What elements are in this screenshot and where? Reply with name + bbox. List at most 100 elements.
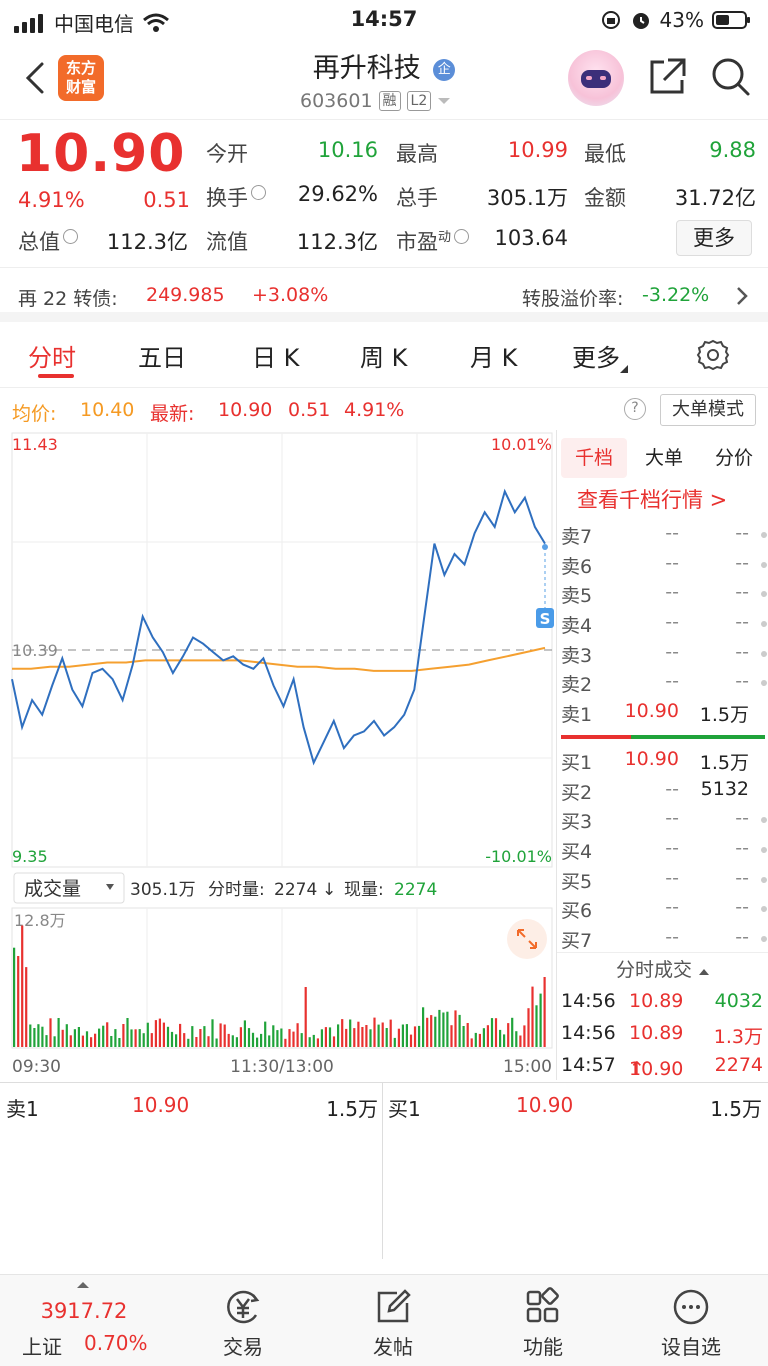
chart-tabs: 分时 五日 日 K 周 K 月 K 更多 <box>0 322 768 388</box>
nav-post[interactable]: 发帖 <box>316 1275 470 1366</box>
tab-intraday[interactable]: 分时 <box>28 338 76 373</box>
volume-bar <box>458 1014 461 1047</box>
info-icon[interactable] <box>251 185 266 200</box>
sell-row: 卖4 -- -- <box>557 609 768 639</box>
intraday-chart[interactable]: S 11.43 10.39 9.35 10.01% -10.01% 成交量 30… <box>0 430 556 1080</box>
latest-change: 0.51 <box>288 399 331 421</box>
battery-pct: 43% <box>659 8 704 32</box>
now-vol-label: 现量: <box>344 880 384 900</box>
volume-bar <box>284 1038 287 1047</box>
total-value-label: 总值 <box>18 226 78 256</box>
tab-daily-k[interactable]: 日 K <box>252 338 299 373</box>
dot <box>761 562 767 568</box>
tab-big-orders[interactable]: 大单 <box>631 438 697 478</box>
volume-bar <box>191 1026 194 1047</box>
trade-yuan-icon <box>227 1290 260 1324</box>
latest-value: 10.90 <box>218 399 273 421</box>
stock-code-row[interactable]: 603601 融 L2 <box>300 90 451 112</box>
volume-bar <box>381 1022 384 1047</box>
status-bar: 中国电信 14:57 43% <box>0 0 768 40</box>
index-pct: 0.70% <box>84 1331 148 1355</box>
dropdown-triangle-icon <box>438 98 451 104</box>
ask1-label: 卖1 <box>6 1097 39 1121</box>
pct-top-label: 10.01% <box>491 435 552 454</box>
chart-info-line: 均价: 10.40 最新: 10.90 0.51 4.91% ? 大单模式 <box>0 390 768 432</box>
buy-row: 买1 10.90 1.5万 <box>561 748 749 774</box>
more-button[interactable]: 更多 <box>676 220 752 256</box>
volume-bar <box>430 1015 433 1047</box>
index-ticker[interactable]: 3917.72 上证 0.70% <box>0 1275 154 1366</box>
volume-bar <box>195 1037 198 1047</box>
help-icon[interactable]: ? <box>624 398 646 420</box>
sell-marker-label: S <box>540 610 551 628</box>
nav-functions[interactable]: 功能 <box>466 1275 620 1366</box>
bid1-label: 买1 <box>388 1097 421 1121</box>
ticks-header[interactable]: 分时成交 <box>557 952 768 986</box>
tab-weekly-k[interactable]: 周 K <box>360 338 407 373</box>
volume-bar <box>264 1021 267 1047</box>
nav-watchlist[interactable]: 设自选 <box>614 1275 768 1366</box>
nav-trade[interactable]: 交易 <box>166 1275 320 1366</box>
minute-vol-arrow: ↓ <box>322 880 336 900</box>
volume-bar <box>341 1019 344 1047</box>
volume-bar <box>332 1036 336 1047</box>
volume-bar <box>85 1031 89 1047</box>
tab-more[interactable]: 更多 <box>572 338 628 373</box>
volume-bar <box>142 1033 145 1047</box>
pct-bottom-label: -10.01% <box>485 847 552 866</box>
volume-bar <box>426 1017 429 1047</box>
assistant-avatar[interactable] <box>568 50 624 106</box>
volume-bar <box>486 1025 489 1047</box>
sell-row: 卖6 -- -- <box>557 550 768 580</box>
low-value: 9.88 <box>709 138 756 162</box>
volume-bar <box>507 1023 510 1047</box>
volume-bar <box>535 1005 538 1047</box>
tab-five-day[interactable]: 五日 <box>138 338 186 373</box>
volume-bar <box>187 1038 190 1047</box>
convertible-bond-bar[interactable]: 再 22 转债: 249.985 +3.08% 转股溢价率: -3.22% <box>0 270 768 322</box>
volume-bar <box>454 1010 457 1047</box>
volume-bar <box>247 1028 251 1047</box>
share-icon[interactable] <box>646 56 688 98</box>
big-order-mode-button[interactable]: 大单模式 <box>660 394 756 426</box>
volume-bar <box>377 1024 380 1047</box>
tab-price-dist[interactable]: 分价 <box>701 438 767 478</box>
volume-bar <box>300 1033 303 1047</box>
search-icon[interactable] <box>710 56 752 98</box>
volume-bar <box>33 1028 36 1047</box>
volume-bar <box>158 1018 161 1047</box>
volume-bar <box>17 956 20 1047</box>
volume-bar <box>328 1027 332 1047</box>
dot <box>761 621 767 627</box>
settings-gear-icon[interactable] <box>696 338 730 372</box>
volume-bar <box>170 1031 174 1047</box>
volume-bar <box>450 1025 453 1047</box>
active-tab-indicator <box>38 374 74 378</box>
volume-bar <box>45 1035 48 1047</box>
volume-bar <box>256 1037 259 1047</box>
latest-label: 最新: <box>150 403 195 425</box>
intraday-chart-svg: S 11.43 10.39 9.35 10.01% -10.01% 成交量 30… <box>11 432 554 1077</box>
volume-bar <box>324 1027 327 1047</box>
volume-bar <box>393 1037 396 1047</box>
pe-label: 市盈动 <box>396 226 470 256</box>
volume-bar <box>320 1029 323 1047</box>
volume-bar <box>462 1026 465 1047</box>
dot <box>761 936 767 942</box>
expand-button[interactable] <box>507 919 547 959</box>
tab-thousand-levels[interactable]: 千档 <box>561 438 627 478</box>
quote-panel: 10.90 4.91% 0.51 今开 10.16 最高 10.99 最低 9.… <box>0 120 768 268</box>
volume-bar <box>296 1023 299 1047</box>
y-bottom-label: 9.35 <box>12 847 48 866</box>
volume-bar <box>166 1026 170 1047</box>
volume-bar <box>539 993 542 1047</box>
info-icon[interactable] <box>454 229 470 244</box>
change-amount: 0.51 <box>143 188 190 212</box>
info-icon[interactable] <box>63 229 78 244</box>
volume-bar <box>49 1018 52 1047</box>
view-levels-link[interactable]: 查看千档行情 > <box>577 484 727 514</box>
status-right: 43% <box>600 8 752 32</box>
tab-monthly-k[interactable]: 月 K <box>470 338 517 373</box>
caret-up-icon <box>77 1282 89 1288</box>
volume-bar <box>357 1021 360 1047</box>
